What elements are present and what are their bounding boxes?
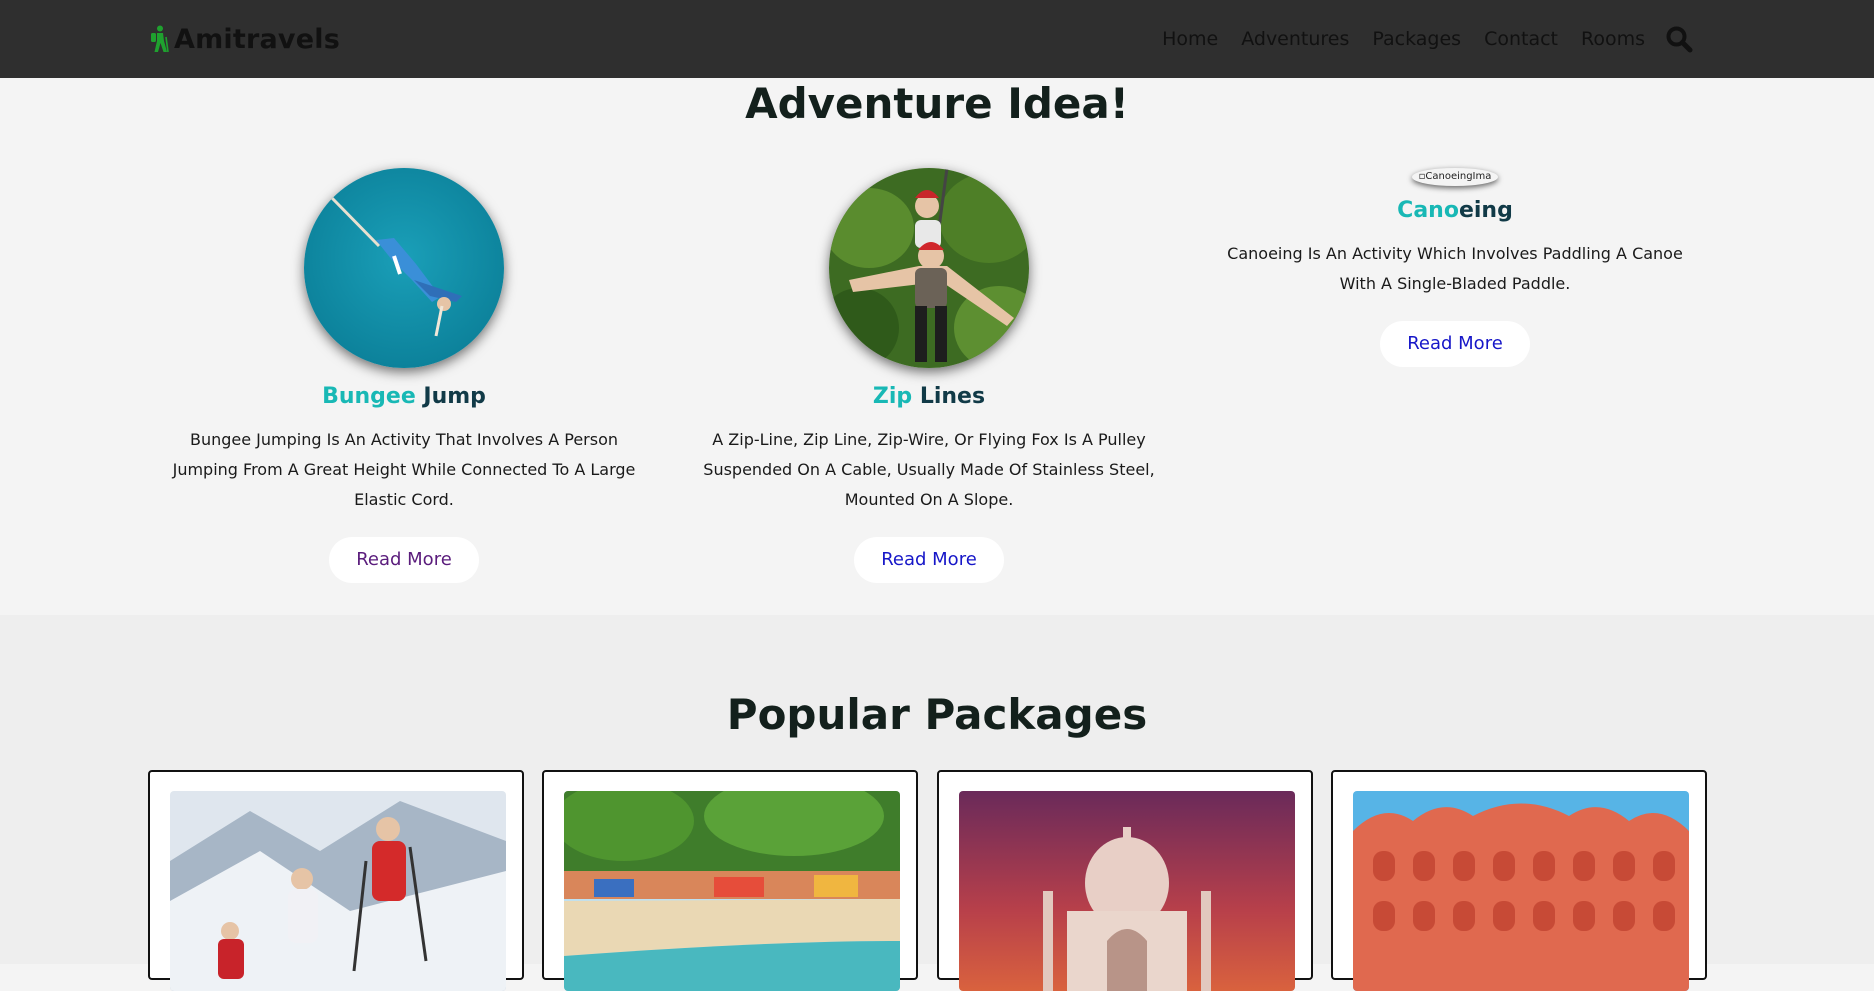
zipline-image	[829, 168, 1029, 368]
title-rest: Lines	[912, 384, 986, 409]
brand-name: Amitravels	[174, 23, 340, 55]
adventure-card-zipline: Zip Lines A Zip-Line, Zip Line, Zip-Wire…	[679, 168, 1179, 583]
adventures-heading: Adventure Idea!	[745, 79, 1129, 128]
title-accent: Bungee	[322, 384, 416, 409]
navbar: Amitravels Home Adventures Packages Cont…	[0, 0, 1874, 78]
canoeing-broken-image: ▫CanoeingIma	[1412, 168, 1498, 186]
canoeing-read-more-button[interactable]: Read More	[1380, 321, 1530, 367]
packages-heading: Popular Packages	[726, 690, 1148, 739]
zipline-read-more-button[interactable]: Read More	[854, 537, 1004, 583]
bungee-image	[304, 168, 504, 368]
canoeing-image-alt: CanoeingIma	[1425, 171, 1492, 182]
nav-home-link[interactable]: Home	[1162, 28, 1218, 50]
nav-packages-link[interactable]: Packages	[1372, 28, 1461, 50]
package-card-tajmahal[interactable]	[937, 770, 1313, 991]
title-rest: eing	[1458, 198, 1513, 223]
package-image-snow	[170, 791, 506, 991]
title-rest: Jump	[415, 384, 486, 409]
zipline-title: Zip Lines	[679, 384, 1179, 409]
package-image-tajmahal	[959, 791, 1295, 991]
canoeing-description: Canoeing Is An Activity Which Involves P…	[1227, 244, 1683, 293]
adventure-card-canoeing: ▫CanoeingIma Canoeing Canoeing Is An Act…	[1205, 168, 1705, 367]
nav-contact-link[interactable]: Contact	[1484, 28, 1558, 50]
title-accent: Zip	[872, 384, 913, 409]
adventure-card-bungee: Bungee Jump Bungee Jumping Is An Activit…	[154, 168, 654, 583]
brand-logo[interactable]: Amitravels	[148, 20, 340, 58]
nav-adventures-link[interactable]: Adventures	[1241, 28, 1349, 50]
packages-section: Popular Packages	[0, 615, 1874, 991]
bungee-read-more-button[interactable]: Read More	[329, 537, 479, 583]
adventures-section: Adventure Idea! Bungee Jump Bungee Jumpi…	[0, 78, 1874, 615]
search-icon[interactable]	[1665, 25, 1693, 53]
package-image-hawamahal	[1353, 791, 1689, 991]
nav-menu: Home Adventures Packages Contact Rooms	[1139, 0, 1693, 78]
canoeing-title: Canoeing	[1205, 198, 1705, 223]
bungee-description: Bungee Jumping Is An Activity That Invol…	[172, 430, 636, 509]
package-image-beach	[564, 791, 900, 991]
package-card-hawamahal[interactable]	[1331, 770, 1707, 991]
hiking-icon	[151, 25, 169, 53]
nav-rooms-link[interactable]: Rooms	[1581, 28, 1645, 50]
package-card-snow[interactable]	[148, 770, 524, 991]
package-card-beach[interactable]	[542, 770, 918, 991]
bungee-title: Bungee Jump	[154, 384, 654, 409]
title-accent: Cano	[1397, 198, 1459, 223]
zipline-description: A Zip-Line, Zip Line, Zip-Wire, Or Flyin…	[703, 430, 1155, 509]
